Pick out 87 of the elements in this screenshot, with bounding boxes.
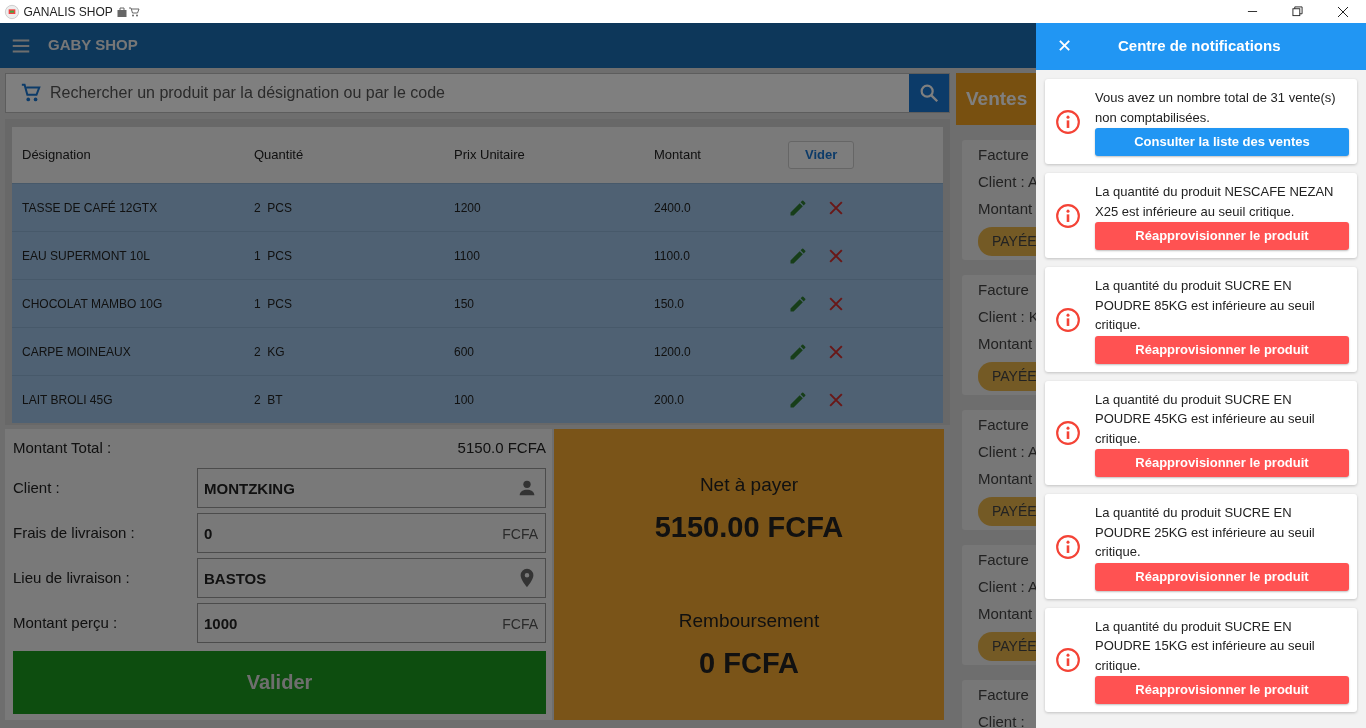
action-button[interactable]: Réapprovisionner le produit [1095, 676, 1349, 704]
action-button[interactable]: Réapprovisionner le produit [1095, 449, 1349, 477]
validate-button[interactable]: Valider [13, 650, 546, 714]
edit-icon[interactable] [788, 245, 808, 266]
amount-label: Montant [978, 335, 1033, 352]
total-value: 5150.0 FCFA [457, 438, 546, 458]
close-button[interactable]: ✕ [1036, 32, 1092, 61]
refund-label: Remboursement [678, 609, 820, 633]
invoice-label: Facture [978, 146, 1029, 163]
field-label: Montant perçu : [13, 612, 119, 633]
table-cell-text: 600 [454, 343, 476, 361]
net-label: Net à payer [699, 473, 799, 497]
notification-message: La quantité du produit SUCRE EN POUDRE 45KG est inférieure au seuil critique. [1095, 390, 1316, 448]
search-bar[interactable]: Rechercher un produit par la désignation ou par le code [5, 73, 950, 113]
table-cell-text: 2 PCS [254, 199, 293, 217]
field-label: Client : [13, 477, 61, 498]
currency-suffix: FCFA [502, 615, 538, 634]
invoice-label: Facture [978, 416, 1029, 433]
restore-icon[interactable] [1292, 5, 1303, 17]
notification-message: La quantité du produit SUCRE EN POUDRE 15KG est inférieure au seuil critique. [1095, 617, 1316, 675]
table-cell-text: 200.0 [654, 391, 686, 409]
info-icon [1055, 647, 1081, 674]
table-cell-text: CARPE MOINEAUX [21, 343, 132, 361]
edit-icon[interactable] [788, 293, 808, 314]
amount-label: Montant [978, 605, 1033, 622]
table-cell-text: 1100.0 [654, 247, 691, 265]
input-field[interactable]: MONTZKING [197, 468, 546, 508]
clear-button[interactable]: Vider [788, 141, 855, 169]
currency-suffix: FCFA [502, 525, 538, 544]
invoice-label: Facture [978, 281, 1029, 298]
table-cell-text: 1 PCS [254, 247, 293, 265]
edit-icon[interactable] [788, 341, 808, 362]
refund-amount: 0 FCFA [699, 645, 799, 681]
notification-message: La quantité du produit SUCRE EN POUDRE 85KG est inférieure au seuil critique. [1095, 277, 1316, 334]
table-cell-text: 2 KG [254, 343, 286, 361]
table-cell-text: 2400.0 [654, 199, 692, 217]
field-label: Frais de livraison : [13, 522, 136, 543]
info-icon [1055, 420, 1081, 447]
table-cell-text: 150.0 [654, 295, 686, 313]
search-button[interactable] [909, 74, 949, 112]
client-label: Client : [978, 713, 1025, 728]
cart-icon [20, 82, 42, 104]
column-header: Désignation [21, 146, 92, 165]
notification-message: La quantité du produit NESCAFE NEZAN X25 est inférieure au seuil critique. [1095, 183, 1335, 221]
invoice-label: Facture [978, 551, 1029, 568]
column-header: Quantité [254, 146, 305, 165]
table-cell-text: 1200.0 [654, 343, 692, 361]
table-cell-text: 2 BT [254, 391, 284, 409]
table-cell-text: 1 PCS [254, 295, 293, 313]
table-cell-text: EAU SUPERMONT 10L [21, 247, 151, 265]
amount-label: Montant [978, 200, 1033, 217]
input-field[interactable]: BASTOS [197, 558, 546, 598]
table-cell-text: CHOCOLAT MAMBO 10G [21, 295, 164, 313]
shopping-bags-icon [116, 5, 129, 18]
app-logo-icon [4, 3, 20, 20]
info-icon [1055, 306, 1081, 333]
action-button[interactable]: Réapprovisionner le produit [1095, 222, 1349, 250]
field-label: Lieu de livraison : [13, 567, 131, 588]
invoice-label: Facture [978, 686, 1029, 703]
window-title: GANALIS SHOP [23, 3, 113, 21]
app-title: GABY SHOP [48, 35, 138, 56]
shopping-cart-icon [128, 5, 141, 18]
table-cell-text: 150 [454, 295, 476, 313]
action-button[interactable]: Réapprovisionner le produit [1095, 562, 1349, 591]
table-cell-text: LAIT BROLI 45G [21, 391, 114, 409]
search-icon [918, 82, 940, 104]
close-icon[interactable] [1337, 5, 1349, 18]
drawer-title: Centre de notifications [1118, 36, 1281, 57]
column-header: Montant [654, 146, 702, 165]
table-cell-text: TASSE DE CAFÉ 12GTX [21, 199, 159, 217]
search-field[interactable]: Rechercher un produit par la désignation ou par le code [42, 80, 909, 106]
edit-icon[interactable] [788, 197, 808, 218]
info-icon [1055, 533, 1081, 560]
table-cell-text: 100 [454, 391, 476, 409]
net-amount: 5150.00 FCFA [654, 509, 844, 545]
table-cell-text: 1200 [454, 199, 482, 217]
edit-icon[interactable] [788, 389, 808, 410]
column-header: Prix Unitaire [454, 146, 526, 165]
table-cell-text: 1100 [454, 247, 481, 265]
notification-message: Vous avez un nombre total de 31 vente(s) non comptabilisées. [1095, 89, 1337, 127]
notification-message: La quantité du produit SUCRE EN POUDRE 25KG est inférieure au seuil critique. [1095, 504, 1316, 561]
amount-label: Montant [978, 470, 1033, 487]
action-button[interactable]: Consulter la liste des ventes [1095, 128, 1349, 156]
info-icon [1055, 109, 1081, 135]
total-label: Montant Total : [13, 438, 112, 458]
info-icon [1055, 203, 1081, 229]
action-button[interactable]: Réapprovisionner le produit [1095, 335, 1349, 364]
